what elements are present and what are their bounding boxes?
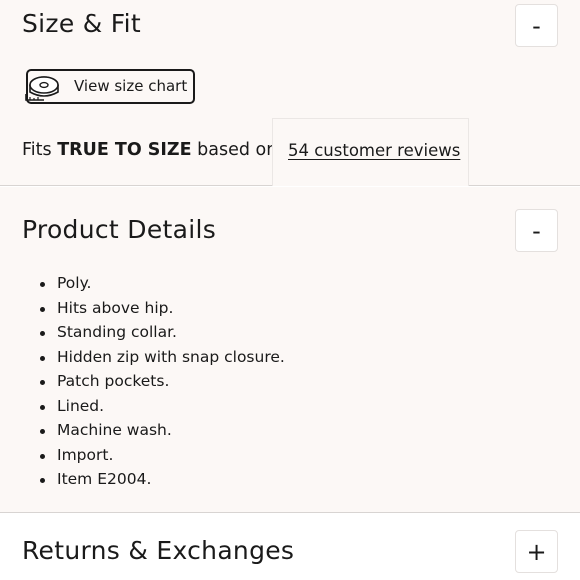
product-details-collapse-button[interactable]: - <box>515 209 558 252</box>
returns-exchanges-expand-button[interactable]: + <box>515 530 558 573</box>
returns-exchanges-title: Returns & Exchanges <box>22 536 295 565</box>
list-item: Import. <box>40 443 285 468</box>
product-details-list: Poly. Hits above hip. Standing collar. H… <box>40 271 285 492</box>
view-size-chart-label: View size chart <box>74 77 188 95</box>
list-item: Hidden zip with snap closure. <box>40 345 285 370</box>
fit-prefix: Fits <box>22 140 52 160</box>
product-details-title: Product Details <box>22 215 217 244</box>
fit-summary: Fits TRUE TO SIZE based on <box>22 140 277 160</box>
list-item: Standing collar. <box>40 320 285 345</box>
list-item: Patch pockets. <box>40 369 285 394</box>
customer-reviews-link[interactable]: 54 customer reviews <box>288 141 460 160</box>
size-fit-title: Size & Fit <box>22 9 142 38</box>
list-item: Machine wash. <box>40 418 285 443</box>
list-item: Poly. <box>40 271 285 296</box>
size-fit-collapse-button[interactable]: - <box>515 4 558 47</box>
size-fit-section: Size & Fit - View size chart Fits TRUE T… <box>0 0 580 186</box>
fit-suffix: based on <box>197 140 278 160</box>
view-size-chart-button[interactable]: View size chart <box>25 69 195 104</box>
measuring-tape-icon <box>25 76 59 101</box>
list-item: Hits above hip. <box>40 296 285 321</box>
list-item: Lined. <box>40 394 285 419</box>
product-details-section: Product Details - Poly. Hits above hip. … <box>0 187 580 513</box>
fit-value: TRUE TO SIZE <box>57 140 192 160</box>
reviews-link-container: 54 customer reviews <box>272 118 469 186</box>
returns-exchanges-section: Returns & Exchanges + <box>0 514 580 580</box>
list-item: Item E2004. <box>40 467 285 492</box>
